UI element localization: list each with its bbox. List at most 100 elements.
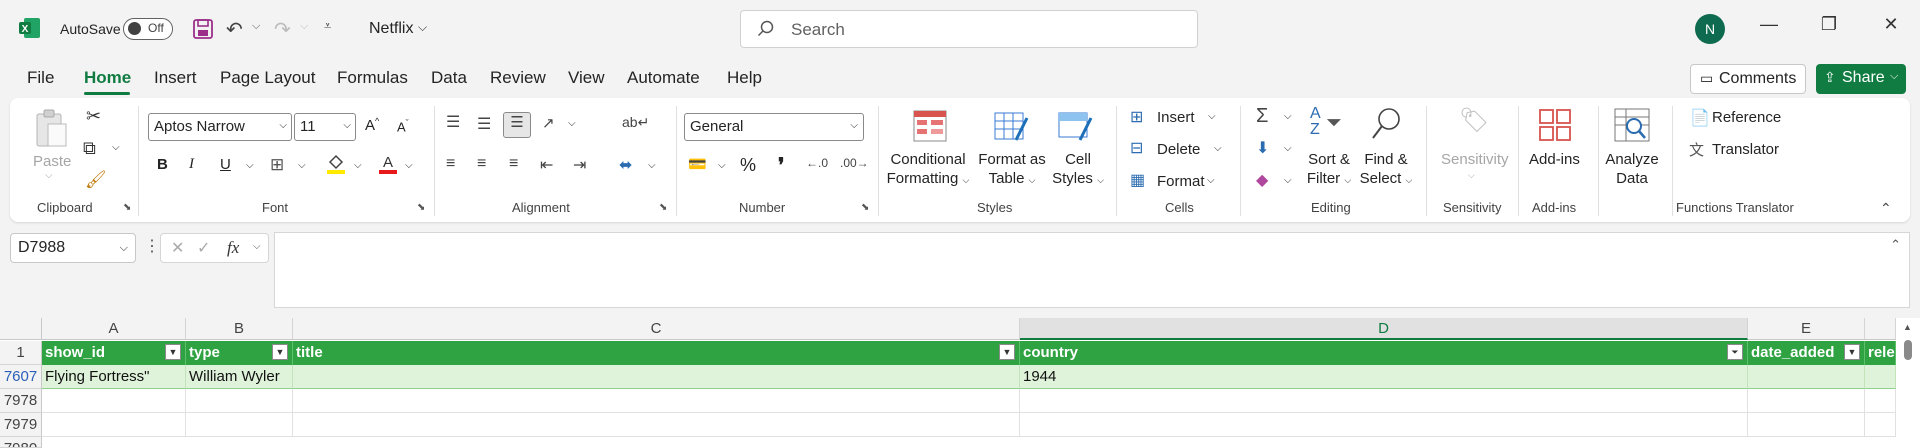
format-as-table-button[interactable]: Format as Table ⌵: [976, 150, 1048, 190]
tab-file[interactable]: File: [27, 68, 54, 88]
scrollbar-thumb[interactable]: [1904, 340, 1912, 360]
save-icon[interactable]: [192, 18, 214, 40]
clipboard-launcher-icon[interactable]: ⬊: [123, 202, 131, 213]
select-all-corner[interactable]: [0, 318, 42, 340]
align-left-icon[interactable]: ≡: [446, 155, 455, 173]
paste-icon[interactable]: [34, 108, 68, 153]
table-cell[interactable]: [1748, 365, 1865, 389]
avatar[interactable]: N: [1695, 14, 1725, 44]
cut-icon[interactable]: ✂: [86, 106, 101, 127]
filter-funnel-icon[interactable]: ⏷: [1326, 112, 1342, 135]
bold-icon[interactable]: B: [157, 156, 168, 173]
reference-icon[interactable]: 📄: [1690, 108, 1710, 128]
align-top-icon[interactable]: ☰: [446, 112, 460, 132]
font-launcher-icon[interactable]: ⬊: [417, 202, 425, 213]
restore-icon[interactable]: ❐: [1814, 14, 1844, 35]
find-select-icon[interactable]: [1370, 106, 1402, 147]
filter-applied-icon[interactable]: ⏷: [1727, 344, 1743, 360]
filter-dropdown-icon[interactable]: ▼: [999, 344, 1015, 360]
column-header-d[interactable]: D: [1020, 318, 1748, 340]
sort-filter-icon[interactable]: AZ: [1310, 106, 1321, 138]
table-cell[interactable]: [1865, 413, 1896, 437]
translator-label[interactable]: Translator: [1712, 141, 1779, 158]
format-as-table-icon[interactable]: [994, 110, 1030, 149]
table-cell[interactable]: 1944: [1020, 365, 1748, 389]
borders-icon[interactable]: ⊞: [270, 155, 284, 175]
row-header[interactable]: 7607: [0, 365, 42, 389]
table-header-cell[interactable]: show_id ▼: [42, 341, 186, 365]
filter-dropdown-icon[interactable]: ▼: [165, 344, 181, 360]
autosum-icon[interactable]: Σ: [1256, 105, 1268, 128]
italic-icon[interactable]: I: [189, 156, 194, 173]
vertical-scrollbar[interactable]: ▲: [1896, 318, 1920, 448]
font-color-icon[interactable]: A: [378, 153, 398, 180]
scroll-up-icon[interactable]: ▲: [1903, 322, 1912, 332]
increase-decimal-icon[interactable]: ←.0: [806, 156, 828, 170]
cancel-entry-icon[interactable]: ✕: [171, 238, 184, 258]
insert-cells-chevron-icon[interactable]: ⌵: [1208, 111, 1216, 122]
comments-button[interactable]: ▭ Comments: [1690, 64, 1806, 94]
tab-home[interactable]: Home: [84, 68, 131, 88]
add-ins-icon[interactable]: [1538, 108, 1572, 147]
tab-view[interactable]: View: [568, 68, 605, 88]
font-size-select[interactable]: 11 ⌵: [294, 113, 356, 141]
table-cell[interactable]: [1748, 389, 1865, 413]
column-header-f[interactable]: [1865, 318, 1896, 340]
increase-indent-icon[interactable]: ⇥: [573, 155, 586, 175]
tab-help[interactable]: Help: [727, 68, 762, 88]
tab-automate[interactable]: Automate: [627, 68, 700, 88]
table-header-cell[interactable]: date_added ▼: [1748, 341, 1865, 365]
table-cell[interactable]: Flying Fortress": [42, 365, 186, 389]
table-cell[interactable]: William Wyler: [186, 365, 293, 389]
table-cell[interactable]: [186, 413, 293, 437]
undo-icon[interactable]: ↶: [226, 17, 243, 42]
customize-toolbar-icon[interactable]: ⩡: [324, 18, 331, 34]
table-cell[interactable]: [186, 389, 293, 413]
close-icon[interactable]: ✕: [1876, 14, 1906, 35]
expand-formula-bar-icon[interactable]: ⌃: [1890, 237, 1901, 253]
insert-cells-label[interactable]: Insert: [1157, 109, 1195, 126]
increase-font-icon[interactable]: A^: [365, 116, 379, 134]
table-header-cell[interactable]: type ▼: [186, 341, 293, 365]
sensitivity-button-label[interactable]: Sensitivity: [1441, 150, 1509, 169]
clear-chevron-icon[interactable]: ⌵: [1284, 175, 1292, 186]
decrease-indent-icon[interactable]: ⇤: [540, 155, 553, 175]
font-color-chevron-icon[interactable]: ⌵: [405, 160, 413, 171]
format-cells-chevron-icon[interactable]: ⌵: [1207, 175, 1215, 186]
borders-chevron-icon[interactable]: ⌵: [298, 160, 306, 171]
table-header-cell[interactable]: rele: [1865, 341, 1896, 365]
row-header[interactable]: 1: [0, 341, 42, 365]
copy-icon[interactable]: ⧉: [83, 138, 96, 159]
sensitivity-icon[interactable]: 🏷: [1459, 106, 1489, 135]
formula-bar-more-icon[interactable]: ⋮: [144, 236, 160, 256]
filter-dropdown-icon[interactable]: ▼: [272, 344, 288, 360]
accounting-format-icon[interactable]: 💳: [688, 155, 707, 173]
conditional-formatting-icon[interactable]: [913, 110, 947, 147]
delete-cells-label[interactable]: Delete: [1157, 141, 1200, 158]
copy-chevron-icon[interactable]: ⌵: [112, 142, 120, 153]
number-launcher-icon[interactable]: ⬊: [861, 202, 869, 213]
file-name[interactable]: Netflix: [369, 20, 413, 38]
underline-chevron-icon[interactable]: ⌵: [246, 160, 254, 171]
table-cell[interactable]: [42, 389, 186, 413]
row-header[interactable]: 7980: [0, 437, 42, 448]
fill-icon[interactable]: ⬇: [1256, 138, 1269, 158]
alignment-launcher-icon[interactable]: ⬊: [659, 202, 667, 213]
tab-formulas[interactable]: Formulas: [337, 68, 408, 88]
table-cell[interactable]: [1865, 389, 1896, 413]
delete-cells-icon[interactable]: ⊟: [1130, 138, 1143, 158]
wrap-text-icon[interactable]: ab↵: [622, 114, 649, 131]
row-header[interactable]: 7978: [0, 389, 42, 413]
name-box[interactable]: D7988 ⌵: [10, 233, 136, 263]
column-header-e[interactable]: E: [1748, 318, 1865, 340]
insert-function-icon[interactable]: fx: [227, 238, 239, 258]
orientation-chevron-icon[interactable]: ⌵: [568, 118, 576, 129]
decrease-font-icon[interactable]: Aˇ: [397, 118, 409, 134]
paste-chevron-icon[interactable]: ⌵: [45, 170, 53, 181]
formula-input[interactable]: ⌃: [274, 232, 1910, 308]
analyze-data-button[interactable]: Analyze Data: [1602, 150, 1662, 188]
table-cell[interactable]: [1020, 389, 1748, 413]
fill-chevron-icon[interactable]: ⌵: [1284, 143, 1292, 154]
number-format-select[interactable]: General ⌵: [684, 113, 864, 141]
format-cells-label[interactable]: Format: [1157, 173, 1205, 190]
